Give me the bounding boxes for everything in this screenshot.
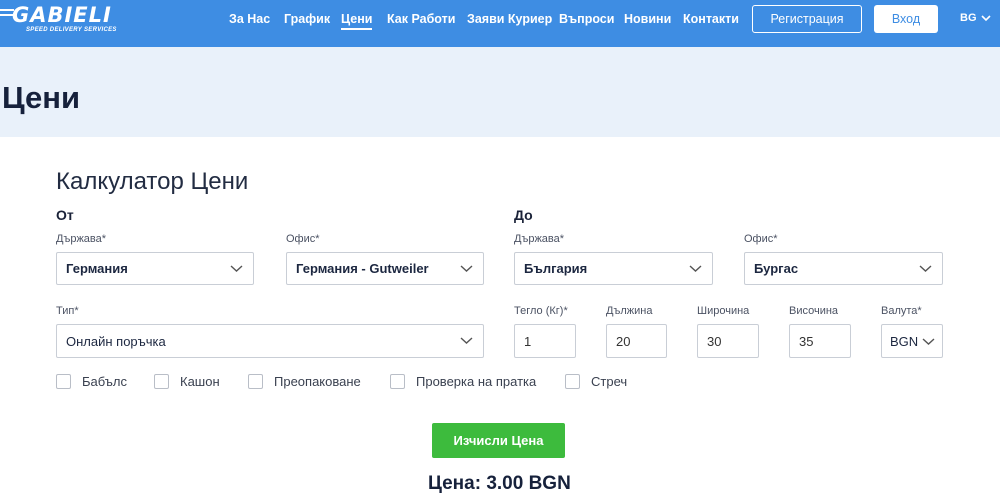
- chevron-down-icon: [230, 265, 243, 272]
- currency-value: BGN: [890, 333, 919, 349]
- option-label: Стреч: [591, 374, 628, 389]
- register-button[interactable]: Регистрация: [752, 5, 862, 33]
- type-label: Тип*: [56, 305, 79, 317]
- to-office-value: Бургас: [754, 261, 799, 276]
- height-input[interactable]: 35: [789, 324, 851, 358]
- chevron-down-icon: [919, 265, 932, 272]
- checkbox-icon[interactable]: [390, 374, 405, 389]
- option-label: Бабълс: [82, 374, 127, 389]
- nav-link-how-it-works[interactable]: Как Работи: [387, 12, 455, 26]
- option-stretch[interactable]: Стреч: [565, 374, 627, 389]
- width-label: Широчина: [697, 305, 750, 317]
- price-result: Цена: 3.00 BGN: [428, 473, 571, 494]
- page-title: Цени: [2, 80, 81, 115]
- from-heading: От: [56, 207, 74, 223]
- to-country-label: Държава*: [514, 233, 565, 245]
- language-label: BG: [960, 12, 977, 24]
- nav-link-contacts[interactable]: Контакти: [683, 12, 739, 26]
- calculator-title: Калкулатор Цени: [56, 168, 249, 195]
- type-value: Онлайн поръчка: [66, 333, 166, 349]
- checkbox-icon[interactable]: [248, 374, 263, 389]
- nav-link-schedule[interactable]: График: [284, 12, 330, 26]
- currency-select[interactable]: BGN: [881, 324, 943, 358]
- option-box[interactable]: Кашон: [154, 374, 220, 389]
- login-button[interactable]: Вход: [874, 5, 938, 33]
- calculate-price-button[interactable]: Изчисли Цена: [432, 423, 565, 458]
- logo-tagline: SPEED DELIVERY SERVICES: [26, 27, 117, 33]
- to-office-select[interactable]: Бургас: [744, 252, 943, 285]
- chevron-down-icon: [980, 15, 991, 22]
- length-label: Дължина: [606, 305, 653, 317]
- option-bubble-wrap[interactable]: Бабълс: [56, 374, 127, 389]
- option-label: Проверка на пратка: [416, 374, 537, 389]
- type-select[interactable]: Онлайн поръчка: [56, 324, 484, 358]
- length-input[interactable]: 20: [606, 324, 667, 358]
- chevron-down-icon: [460, 337, 473, 344]
- option-label: Преопаковане: [274, 374, 361, 389]
- width-input[interactable]: 30: [697, 324, 759, 358]
- nav-link-faq[interactable]: Въпроси: [559, 12, 614, 26]
- nav-link-request-courier[interactable]: Заяви Куриер: [467, 12, 552, 26]
- from-country-label: Държава*: [56, 233, 107, 245]
- checkbox-icon[interactable]: [154, 374, 169, 389]
- weight-input[interactable]: 1: [514, 324, 576, 358]
- from-office-label: Офис*: [286, 233, 320, 245]
- price-calculator-card: Калкулатор Цени От До Държава* Офис* Дър…: [0, 137, 1000, 499]
- nav-link-prices[interactable]: Цени: [341, 12, 373, 30]
- from-office-select[interactable]: Германия - Gutweiler: [286, 252, 484, 285]
- option-parcel-check[interactable]: Проверка на пратка: [390, 374, 536, 389]
- to-office-label: Офис*: [744, 233, 778, 245]
- to-country-value: България: [524, 261, 588, 276]
- nav-link-about[interactable]: За Нас: [229, 12, 270, 26]
- nav-link-news[interactable]: Новини: [624, 12, 671, 26]
- checkbox-icon[interactable]: [565, 374, 580, 389]
- logo-text: GABIELI: [12, 3, 112, 27]
- height-label: Височина: [789, 305, 839, 317]
- currency-label: Валута*: [881, 305, 922, 317]
- top-navbar: GABIELI SPEED DELIVERY SERVICES За Нас Г…: [0, 0, 1000, 47]
- to-country-select[interactable]: България: [514, 252, 713, 285]
- logo[interactable]: GABIELI SPEED DELIVERY SERVICES: [0, 2, 120, 42]
- to-heading: До: [514, 207, 533, 223]
- chevron-down-icon: [922, 338, 935, 345]
- option-repack[interactable]: Преопаковане: [248, 374, 361, 389]
- checkbox-icon[interactable]: [56, 374, 71, 389]
- from-office-value: Германия - Gutweiler: [296, 261, 429, 276]
- from-country-select[interactable]: Германия: [56, 252, 254, 285]
- weight-label: Тегло (Кг)*: [514, 305, 568, 317]
- option-label: Кашон: [180, 374, 220, 389]
- language-selector[interactable]: BG: [960, 12, 991, 24]
- chevron-down-icon: [460, 265, 473, 272]
- chevron-down-icon: [689, 265, 702, 272]
- from-country-value: Германия: [66, 261, 128, 276]
